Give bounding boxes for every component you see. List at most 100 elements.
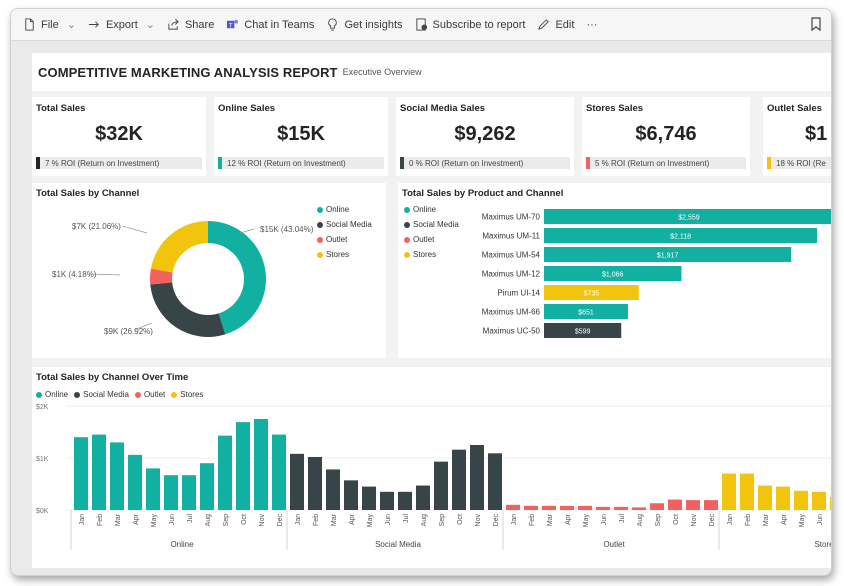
legend-item-stores[interactable]: Stores <box>317 250 372 259</box>
month-tick-label: Jul <box>403 514 410 523</box>
column-bar-stores[interactable] <box>830 497 832 510</box>
month-tick-label: Jun <box>817 514 824 525</box>
column-bar-social-media[interactable] <box>380 491 394 510</box>
legend-item-online[interactable]: Online <box>317 205 372 214</box>
file-label: File <box>41 18 59 31</box>
share-button[interactable]: Share <box>167 18 214 31</box>
roi-swatch <box>36 157 40 169</box>
column-bar-online[interactable] <box>272 434 286 510</box>
column-bar-stores[interactable] <box>740 473 754 510</box>
export-menu[interactable]: Export ⌄ <box>88 18 155 31</box>
column-bar-outlet[interactable] <box>650 503 664 510</box>
column-bar-online[interactable] <box>92 434 106 510</box>
column-bar-online[interactable] <box>254 419 268 510</box>
edit-button[interactable]: Edit <box>537 18 574 31</box>
card-title: Social Media Sales <box>400 103 486 114</box>
legend-item-social-media[interactable]: Social Media <box>317 220 372 229</box>
month-tick-label: Mar <box>763 513 770 526</box>
month-tick-label: Feb <box>313 514 320 526</box>
column-bar-social-media[interactable] <box>362 486 376 510</box>
column-bar-outlet[interactable] <box>542 505 556 510</box>
card-value: $1 <box>805 123 828 145</box>
legend-item-outlet[interactable]: Outlet <box>317 235 372 244</box>
card-footer: 0 % ROI (Return on Investment) <box>400 157 570 169</box>
month-tick-label: Nov <box>691 514 698 527</box>
column-bar-social-media[interactable] <box>344 480 358 510</box>
column-bar-social-media[interactable] <box>416 485 430 510</box>
column-bar-outlet[interactable] <box>524 505 538 510</box>
get-insights-button[interactable]: Get insights <box>326 18 403 31</box>
column-bar-outlet[interactable] <box>686 500 700 510</box>
month-tick-label: Apr <box>133 513 140 525</box>
month-tick-label: Aug <box>421 514 428 527</box>
column-bar-online[interactable] <box>200 463 214 510</box>
column-bar-social-media[interactable] <box>434 461 448 510</box>
donut-slice-stores[interactable] <box>150 221 208 273</box>
column-bar-online[interactable] <box>110 442 124 510</box>
product-bar-chart: Maximus UM-70 $2,559 Maximus UM-11 $2,118 Ma… <box>482 209 831 338</box>
chat-in-teams-label: Chat in Teams <box>244 18 315 31</box>
month-tick-label: Oct <box>673 514 680 525</box>
donut-chart-panel[interactable]: Total Sales by Channel $15K (43.04%) $9K … <box>32 183 386 358</box>
chat-in-teams-button[interactable]: T Chat in Teams <box>226 18 314 31</box>
column-bar-social-media[interactable] <box>290 453 304 510</box>
column-bar-outlet[interactable] <box>596 506 610 510</box>
column-bar-stores[interactable] <box>758 485 772 510</box>
donut-slice-social-media[interactable] <box>150 282 226 337</box>
bar-value-label: $1,066 <box>602 272 624 279</box>
y-tick-label: $2K <box>36 404 49 411</box>
time-column-chart-panel[interactable]: Total Sales by Channel Over Time Online … <box>32 367 832 568</box>
kpi-card-social-media-sales[interactable]: Social Media Sales $9,262 0 % ROI (Retur… <box>396 97 574 176</box>
column-bar-stores[interactable] <box>812 491 826 510</box>
column-bar-social-media[interactable] <box>398 491 412 510</box>
column-bar-outlet[interactable] <box>506 504 520 510</box>
column-bar-stores[interactable] <box>722 473 736 510</box>
share-label: Share <box>184 18 215 31</box>
column-bar-social-media[interactable] <box>488 453 502 510</box>
column-bar-social-media[interactable] <box>470 445 484 510</box>
donut-legend: Online Social Media Outlet Stores <box>317 205 372 259</box>
file-menu[interactable]: File ⌄ <box>23 18 76 31</box>
report-canvas: COMPETITIVE MARKETING ANALYSIS REPORT Ex… <box>32 53 832 568</box>
card-footer-text: 0 % ROI (Return on Investment) <box>409 158 524 168</box>
kpi-card-online-sales[interactable]: Online Sales $15K 12 % ROI (Return on In… <box>214 97 388 176</box>
column-bar-online[interactable] <box>146 468 160 510</box>
column-bar-online[interactable] <box>236 422 250 510</box>
bar-category-label: Maximus UM-66 <box>482 308 541 317</box>
card-footer: 18 % ROI (Re <box>767 157 831 169</box>
column-bar-social-media[interactable] <box>326 469 340 510</box>
column-bar-stores[interactable] <box>776 486 790 510</box>
column-bar-outlet[interactable] <box>668 499 682 510</box>
kpi-card-total-sales[interactable]: Total Sales $32K 7 % ROI (Return on Inve… <box>32 97 206 176</box>
column-bar-online[interactable] <box>74 437 88 510</box>
subscribe-button[interactable]: Subscribe to report <box>415 18 525 31</box>
column-bar-social-media[interactable] <box>452 449 466 510</box>
column-bar-stores[interactable] <box>794 490 808 510</box>
column-bar-outlet[interactable] <box>560 505 574 510</box>
column-bar-outlet[interactable] <box>632 507 646 510</box>
file-icon <box>25 18 34 31</box>
column-bar-outlet[interactable] <box>704 500 718 510</box>
month-tick-label: Jul <box>187 514 194 523</box>
donut-label-online: $15K (43.04%) <box>260 225 314 234</box>
product-bar-chart-panel[interactable]: Total Sales by Product and Channel Onlin… <box>398 183 831 358</box>
column-bar-outlet[interactable] <box>614 506 628 510</box>
column-bar-online[interactable] <box>164 475 178 510</box>
column-bar-online[interactable] <box>182 475 196 510</box>
card-value: $9,262 <box>454 123 516 145</box>
bookmark-icon[interactable] <box>809 17 823 31</box>
column-bar-online[interactable] <box>218 435 232 510</box>
kpi-card-stores-sales[interactable]: Stores Sales $6,746 5 % ROI (Return on I… <box>582 97 750 176</box>
month-tick-label: Sep <box>655 514 662 527</box>
time-column-chart: $2K $1K $0K Jan Feb Mar Apr May Jun Jul Aug Sep Oct N… <box>36 404 832 550</box>
card-title: Outlet Sales <box>767 103 822 114</box>
column-bar-social-media[interactable] <box>308 456 322 510</box>
y-tick-label: $0K <box>36 508 49 515</box>
bar-category-label: Maximus UM-70 <box>482 213 541 222</box>
column-bar-outlet[interactable] <box>578 505 592 510</box>
month-tick-label: Jan <box>79 514 86 525</box>
bar-category-label: Maximus UM-11 <box>482 232 540 241</box>
kpi-card-outlet-sales[interactable]: Outlet Sales $1 18 % ROI (Re <box>763 97 831 176</box>
more-options-button[interactable]: ··· <box>586 19 597 31</box>
column-bar-online[interactable] <box>128 454 142 510</box>
